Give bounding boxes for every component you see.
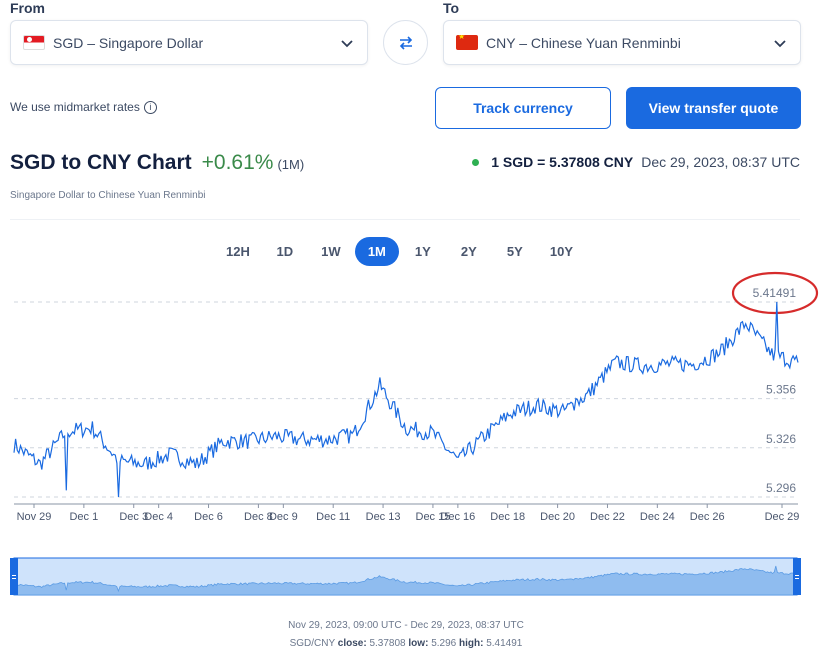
tab-1d[interactable]: 1D xyxy=(263,237,307,266)
change-percent: +0.61% xyxy=(201,151,274,174)
close-value: 5.37808 xyxy=(369,638,406,649)
chart-range: Nov 29, 2023, 09:00 UTC - Dec 29, 2023, … xyxy=(288,620,524,631)
close-label: close: xyxy=(337,638,367,649)
period-tabs: 12H 1D 1W 1M 1Y 2Y 5Y 10Y xyxy=(215,237,584,266)
live-dot-icon xyxy=(472,158,480,166)
high-label: high: xyxy=(459,638,484,649)
x-tick-label: Dec 18 xyxy=(490,511,525,523)
rate-value: 1 SGD = 5.37808 CNY xyxy=(491,154,634,170)
tab-1y[interactable]: 1Y xyxy=(401,237,445,266)
from-currency-select[interactable]: SGD – Singapore Dollar xyxy=(10,20,368,65)
x-tick-label: Dec 29 xyxy=(765,511,800,523)
chevron-down-icon xyxy=(341,39,353,47)
to-currency-select[interactable]: CNY – Chinese Yuan Renminbi xyxy=(443,20,801,65)
chart-heading: SGD to CNY Chart +0.61% (1M) xyxy=(10,151,304,175)
x-tick-label: Nov 29 xyxy=(17,511,52,523)
y-tick-label: 5.296 xyxy=(766,481,796,495)
low-value: 5.296 xyxy=(431,638,457,649)
chevron-down-icon xyxy=(774,39,786,47)
tab-1w[interactable]: 1W xyxy=(309,237,353,266)
chart-summary: SGD/CNY close: 5.37808 low: 5.296 high: … xyxy=(0,638,812,649)
to-label: To xyxy=(443,0,460,16)
x-tick-label: Dec 16 xyxy=(440,511,475,523)
change-period: (1M) xyxy=(277,157,305,172)
from-currency-value: SGD – Singapore Dollar xyxy=(53,34,204,51)
swap-arrows-icon xyxy=(399,35,412,50)
midmarket-text: We use midmarket rates xyxy=(10,100,140,114)
from-label: From xyxy=(10,0,45,16)
high-value: 5.41491 xyxy=(486,638,523,649)
x-tick-label: Dec 26 xyxy=(690,511,725,523)
x-tick-label: Dec 20 xyxy=(540,511,575,523)
x-tick-label: Dec 6 xyxy=(194,511,223,523)
y-tick-label: 5.356 xyxy=(766,383,796,397)
navigator-right-handle[interactable] xyxy=(793,558,801,595)
rate-timestamp: Dec 29, 2023, 08:37 UTC xyxy=(641,154,800,170)
view-transfer-quote-button[interactable]: View transfer quote xyxy=(626,87,801,129)
range-navigator[interactable] xyxy=(10,557,801,596)
rate-series-line xyxy=(13,301,799,498)
x-tick-label: Dec 9 xyxy=(269,511,298,523)
chart-subtitle: Singapore Dollar to Chinese Yuan Renminb… xyxy=(10,190,206,201)
x-tick-label: Dec 4 xyxy=(144,511,173,523)
swap-currencies-button[interactable] xyxy=(383,20,428,65)
high-value-label: 5.41491 xyxy=(753,286,797,300)
x-tick-label: Dec 22 xyxy=(590,511,625,523)
divider xyxy=(10,219,800,220)
tab-5y[interactable]: 5Y xyxy=(493,237,537,266)
info-icon[interactable]: i xyxy=(143,100,157,114)
low-label: low: xyxy=(408,638,429,649)
navigator-left-handle[interactable] xyxy=(10,558,18,595)
pair-label: SGD/CNY xyxy=(289,638,335,649)
singapore-flag-icon xyxy=(23,35,45,50)
x-tick-label: Dec 13 xyxy=(366,511,401,523)
midmarket-note: We use midmarket rates i xyxy=(10,100,157,114)
x-tick-label: Dec 1 xyxy=(69,511,98,523)
track-currency-button[interactable]: Track currency xyxy=(435,87,611,129)
tab-1m[interactable]: 1M xyxy=(354,237,399,266)
tab-10y[interactable]: 10Y xyxy=(539,237,584,266)
china-flag-icon xyxy=(456,35,478,50)
to-currency-value: CNY – Chinese Yuan Renminbi xyxy=(486,34,681,51)
tab-12h[interactable]: 12H xyxy=(215,237,261,266)
x-tick-label: Dec 11 xyxy=(316,511,350,523)
current-rate: 1 SGD = 5.37808 CNY Dec 29, 2023, 08:37 … xyxy=(472,154,800,170)
tab-2y[interactable]: 2Y xyxy=(447,237,491,266)
x-tick-label: Dec 24 xyxy=(640,511,675,523)
chart-title: SGD to CNY Chart xyxy=(10,151,192,174)
rate-chart[interactable]: 5.2965.3265.3565.41491Nov 29 Dec 1 Dec 3De… xyxy=(0,270,834,610)
y-tick-label: 5.326 xyxy=(766,432,796,446)
